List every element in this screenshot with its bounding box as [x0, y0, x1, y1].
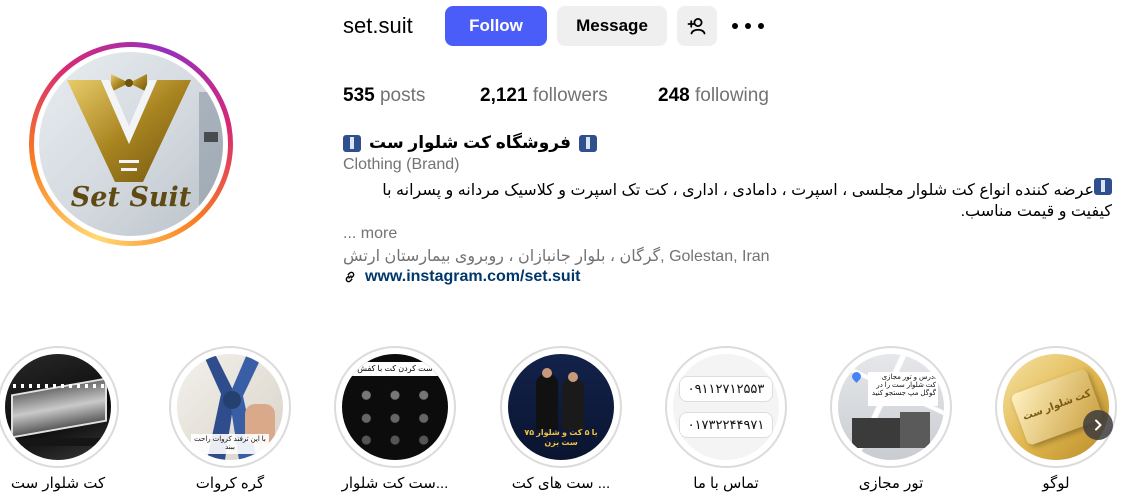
- bio-category: Clothing (Brand): [343, 156, 460, 173]
- highlight-ring: ست کردن کت با کفش: [334, 346, 456, 468]
- highlight-cover: کت شلوار ست: [1003, 354, 1109, 460]
- posts-stat: 535 posts: [343, 85, 425, 107]
- follow-button[interactable]: Follow: [445, 6, 547, 46]
- profile-avatar-ring[interactable]: Set Suit: [29, 42, 233, 246]
- suggest-users-button[interactable]: [677, 6, 717, 46]
- highlight-cover: ست کردن کت با کفش: [342, 354, 448, 460]
- highlight-cover-text: آدرس و تور مجازی کت شلوار ست را در گوگل …: [868, 372, 938, 406]
- highlight-ring: با ۵ کت و شلوار ۷۵ ست بزن: [500, 346, 622, 468]
- highlight-ring: کت شلوار ست: [995, 346, 1117, 468]
- suit-emoji-icon: [343, 134, 361, 152]
- bio-full-name: فروشگاه کت شلوار ست: [343, 133, 597, 153]
- followers-stat[interactable]: 2,121 followers: [480, 85, 608, 107]
- highlight-item[interactable]: ۰۹۱۱۲۷۱۲۵۵۳ ۰۱۷۳۲۲۴۴۹۷۱ تماس با ما: [665, 346, 787, 492]
- suit-emoji-icon: [1094, 178, 1112, 195]
- highlight-label: تور مجازی: [858, 475, 924, 492]
- highlight-label: تماس با ما: [693, 475, 759, 492]
- highlight-label: لوگو: [1042, 475, 1070, 492]
- highlight-item[interactable]: با ۵ کت و شلوار ۷۵ ست بزن ست های کت ...: [500, 346, 622, 492]
- link-icon: [345, 271, 355, 283]
- highlight-ring: آدرس و تور مجازی کت شلوار ست را در گوگل …: [830, 346, 952, 468]
- posts-label: posts: [379, 85, 426, 106]
- following-count: 248: [658, 85, 690, 106]
- highlight-item[interactable]: با این ترفند کروات راحت ببند گره کروات: [169, 346, 291, 492]
- bio-description: عرضه کننده انواع کت شلوار مجلسی ، اسپرت …: [343, 178, 1112, 222]
- highlight-ring: [0, 346, 119, 468]
- followers-label: followers: [532, 85, 608, 106]
- highlight-cover: آدرس و تور مجازی کت شلوار ست را در گوگل …: [838, 354, 944, 460]
- bio-description-text: عرضه کننده انواع کت شلوار مجلسی ، اسپرت …: [382, 182, 1112, 220]
- chevron-right-icon: [1095, 419, 1102, 431]
- message-button[interactable]: Message: [557, 6, 667, 46]
- highlight-cover: با این ترفند کروات راحت ببند: [177, 354, 283, 460]
- highlight-cover-text: ست کردن کت با کفش: [350, 362, 440, 376]
- dot: [732, 23, 738, 29]
- dot: [745, 23, 751, 29]
- highlights-next-button[interactable]: [1083, 410, 1113, 440]
- highlight-cover: [5, 354, 111, 460]
- highlight-label: کت شلوار ست: [10, 475, 106, 492]
- highlight-ring: با این ترفند کروات راحت ببند: [169, 346, 291, 468]
- avatar[interactable]: Set Suit: [39, 52, 223, 236]
- bio-name-text: فروشگاه کت شلوار ست: [369, 133, 571, 152]
- highlight-item[interactable]: آدرس و تور مجازی کت شلوار ست را در گوگل …: [830, 346, 952, 492]
- highlight-cover-text: با این ترفند کروات راحت ببند: [194, 436, 266, 451]
- avatar-logo-text: Set Suit: [70, 182, 192, 213]
- more-options-icon[interactable]: [732, 18, 764, 34]
- highlight-item[interactable]: ست کردن کت با کفش ست کت شلوار...: [334, 346, 456, 492]
- highlight-label: ست کت شلوار...: [341, 475, 449, 492]
- suit-emoji-icon: [579, 134, 597, 152]
- highlight-cover: با ۵ کت و شلوار ۷۵ ست بزن: [508, 354, 614, 460]
- bio-location: گرگان ، بلوار جانبازان ، روبروی بیمارستا…: [343, 248, 770, 265]
- avatar-frame: Set Suit: [34, 47, 228, 241]
- add-person-icon: [687, 18, 706, 35]
- bio-more-link[interactable]: ... more: [343, 225, 397, 243]
- following-label: following: [694, 85, 769, 106]
- highlight-label: ست های کت ...: [511, 475, 611, 492]
- highlight-item[interactable]: کت شلوار ست لوگو: [995, 346, 1117, 492]
- posts-count: 535: [343, 85, 375, 106]
- profile-username: set.suit: [343, 13, 413, 38]
- highlight-item[interactable]: کت شلوار ست: [0, 346, 119, 492]
- highlight-ring: ۰۹۱۱۲۷۱۲۵۵۳ ۰۱۷۳۲۲۴۴۹۷۱: [665, 346, 787, 468]
- highlight-cover-text: با ۵ کت و شلوار ۷۵ ست بزن: [524, 428, 598, 447]
- followers-count: 2,121: [480, 85, 528, 106]
- highlight-cover: ۰۹۱۱۲۷۱۲۵۵۳ ۰۱۷۳۲۲۴۴۹۷۱: [673, 354, 779, 460]
- bio-website-link[interactable]: www.instagram.com/set.suit: [343, 268, 580, 286]
- contact-phone-1: ۰۹۱۱۲۷۱۲۵۵۳: [687, 381, 765, 396]
- bio-link-text: www.instagram.com/set.suit: [365, 268, 581, 285]
- dot: [758, 23, 764, 29]
- contact-phone-2: ۰۱۷۳۲۲۴۴۹۷۱: [687, 417, 765, 432]
- highlight-label: گره کروات: [195, 475, 265, 492]
- following-stat[interactable]: 248 following: [658, 85, 769, 107]
